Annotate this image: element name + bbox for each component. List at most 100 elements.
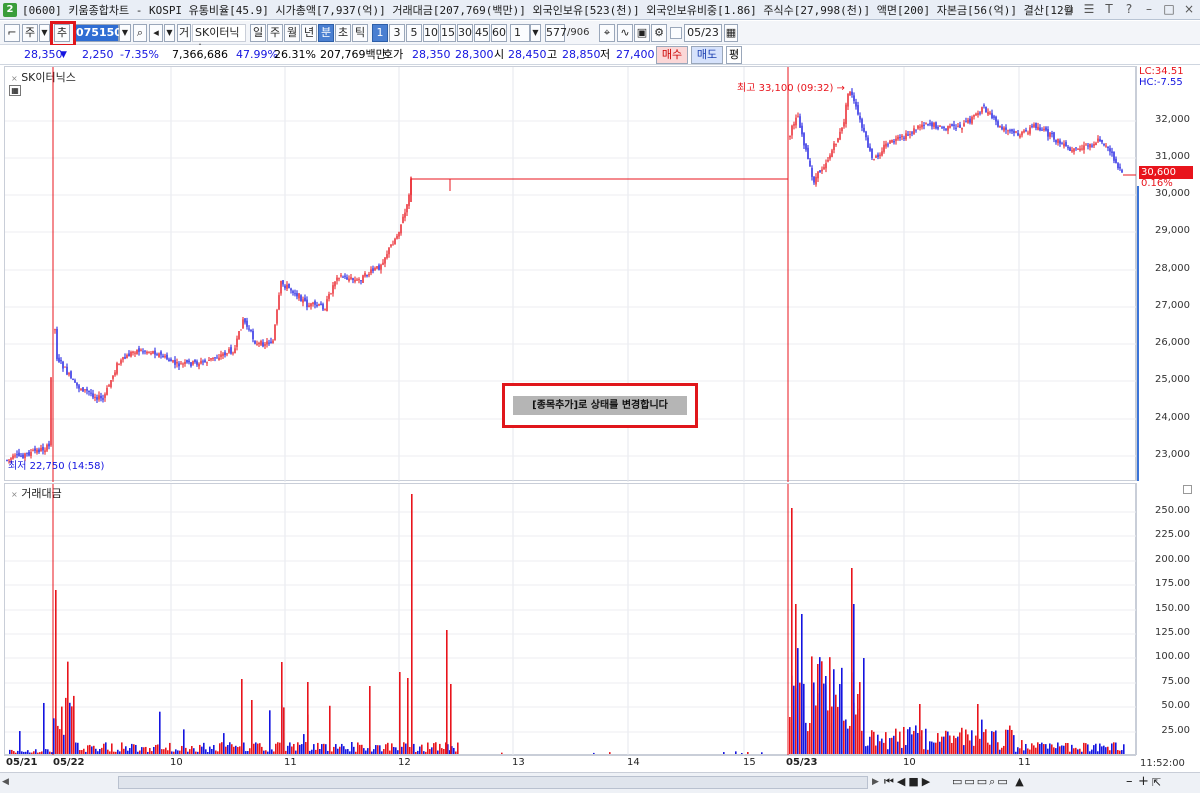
volume-bar bbox=[947, 731, 949, 754]
period-day-button[interactable]: 일 bbox=[250, 24, 266, 42]
scrollbar-thumb[interactable] bbox=[118, 776, 868, 789]
view-controls[interactable]: ▭▭▭⌕▭ ▲ bbox=[952, 775, 1026, 789]
interval-button-45[interactable]: 45 bbox=[474, 24, 490, 42]
date-input[interactable]: 05/23 bbox=[684, 24, 722, 42]
candle-body bbox=[48, 443, 50, 447]
interval-button-10[interactable]: 10 bbox=[423, 24, 439, 42]
candle-body bbox=[378, 265, 380, 270]
list-icon[interactable]: ☰ bbox=[1082, 2, 1096, 16]
date-checkbox[interactable] bbox=[670, 27, 682, 39]
volume-bar bbox=[383, 749, 385, 754]
settings-icon[interactable]: ⚙ bbox=[651, 24, 667, 42]
candle-body bbox=[204, 360, 206, 362]
count-input[interactable]: 577 bbox=[545, 24, 567, 42]
buy-button[interactable]: 매수 bbox=[656, 46, 688, 64]
interval-button-1[interactable]: 1 bbox=[372, 24, 388, 42]
candle-body bbox=[873, 159, 875, 161]
volume-bar bbox=[389, 750, 391, 754]
candle-body bbox=[1011, 129, 1013, 132]
code-dropdown-icon[interactable]: ▼ bbox=[119, 24, 131, 42]
period-week-button[interactable]: 주 bbox=[267, 24, 283, 42]
period-tick-button[interactable]: 틱 bbox=[352, 24, 368, 42]
minimize-icon[interactable]: – bbox=[1142, 2, 1156, 16]
avg-button[interactable]: 평 bbox=[726, 46, 742, 64]
candle-body bbox=[254, 340, 256, 344]
volume-bar bbox=[887, 749, 889, 754]
stock-code-input[interactable]: 075150 bbox=[73, 24, 122, 42]
volume-bar bbox=[239, 746, 241, 754]
chart-toolbar: ⌐ 주 ▼ 추 075150 ▼ ⌕ ◂ ▼ 거 SK이터닉스 일 주 월 년 … bbox=[0, 21, 1200, 55]
volume-bar bbox=[997, 742, 999, 754]
interval-button-30[interactable]: 30 bbox=[457, 24, 473, 42]
candle-body bbox=[396, 235, 398, 239]
scroll-right-icon[interactable]: ▶ bbox=[872, 777, 879, 787]
volume-bar bbox=[325, 744, 327, 754]
volume-chart-panel[interactable]: × 거래대금 bbox=[4, 483, 1137, 756]
type-dropdown-icon[interactable]: ▼ bbox=[39, 24, 50, 42]
candle-body bbox=[140, 349, 142, 351]
calendar-icon[interactable]: ▦ bbox=[724, 24, 738, 42]
volume-bar bbox=[95, 748, 97, 754]
speaker-dropdown-icon[interactable]: ▼ bbox=[164, 24, 175, 42]
font-icon[interactable]: T bbox=[1102, 2, 1116, 16]
chart-menu-icon[interactable]: ⌐ bbox=[4, 24, 20, 42]
volume-bar bbox=[215, 750, 217, 754]
search-icon[interactable]: ⌕ bbox=[133, 24, 147, 42]
link-icon[interactable]: ⧉ bbox=[1062, 2, 1076, 16]
trend-icon[interactable]: ∿ bbox=[617, 24, 633, 42]
candle-body bbox=[296, 293, 298, 297]
candle-body bbox=[364, 273, 366, 277]
fit-icon[interactable]: ⇱ bbox=[1152, 776, 1161, 789]
sell-button[interactable]: 매도 bbox=[691, 46, 723, 64]
volume-bar bbox=[345, 749, 347, 754]
period-year-button[interactable]: 년 bbox=[301, 24, 317, 42]
interval-dropdown-icon[interactable]: ▼ bbox=[530, 24, 541, 42]
zoom-out-icon[interactable]: – bbox=[1126, 774, 1133, 789]
volume-bar bbox=[89, 744, 91, 754]
save-icon[interactable]: ▣ bbox=[634, 24, 650, 42]
zoom-in-icon[interactable]: + bbox=[1138, 774, 1149, 789]
candle-body bbox=[879, 154, 881, 156]
volume-bar bbox=[247, 751, 249, 754]
volume-bar bbox=[1021, 740, 1023, 754]
volume-bar bbox=[243, 742, 245, 754]
stock-select-button[interactable]: 거 bbox=[177, 24, 191, 42]
type-button[interactable]: 주 bbox=[22, 24, 38, 42]
candle-body bbox=[78, 385, 80, 389]
interval-button-15[interactable]: 15 bbox=[440, 24, 456, 42]
volume-panel-resize-icon[interactable] bbox=[1183, 485, 1192, 494]
speaker-icon[interactable]: ◂ bbox=[149, 24, 163, 42]
volume-bar bbox=[1123, 744, 1125, 754]
playback-controls[interactable]: ⏮◀■▶ bbox=[884, 775, 933, 789]
maximize-icon[interactable]: □ bbox=[1162, 2, 1176, 16]
low-annotation: 최저 22,750 (14:58) bbox=[8, 461, 105, 472]
period-second-button[interactable]: 초 bbox=[335, 24, 351, 42]
volume-bar bbox=[125, 746, 127, 754]
help-icon[interactable]: ? bbox=[1122, 2, 1136, 16]
scroll-left-icon[interactable]: ◀ bbox=[2, 777, 9, 787]
candle-body bbox=[797, 116, 799, 118]
close-icon[interactable]: × bbox=[1182, 2, 1196, 16]
volume-bar bbox=[991, 731, 993, 754]
candle-body bbox=[166, 354, 168, 360]
candle-body bbox=[1003, 127, 1005, 131]
candle-body bbox=[152, 351, 154, 354]
volume-bar bbox=[961, 727, 963, 754]
interval-button-5[interactable]: 5 bbox=[406, 24, 422, 42]
interval-input[interactable]: 1 bbox=[510, 24, 530, 42]
add-stock-button[interactable]: 추 bbox=[54, 24, 70, 42]
candle-body bbox=[911, 132, 913, 134]
candle-body bbox=[1021, 132, 1023, 136]
candle-body bbox=[392, 244, 394, 246]
interval-button-60[interactable]: 60 bbox=[491, 24, 507, 42]
volume-bar bbox=[199, 744, 201, 754]
volume-bar bbox=[359, 744, 361, 754]
interval-button-3[interactable]: 3 bbox=[389, 24, 405, 42]
volume-bar bbox=[869, 736, 871, 754]
period-month-button[interactable]: 월 bbox=[284, 24, 300, 42]
candle-body bbox=[88, 390, 90, 393]
crosshair-icon[interactable]: ⌖ bbox=[599, 24, 615, 42]
candle-body bbox=[60, 359, 62, 362]
period-minute-button[interactable]: 분 bbox=[318, 24, 334, 42]
volume-bar bbox=[269, 710, 271, 754]
